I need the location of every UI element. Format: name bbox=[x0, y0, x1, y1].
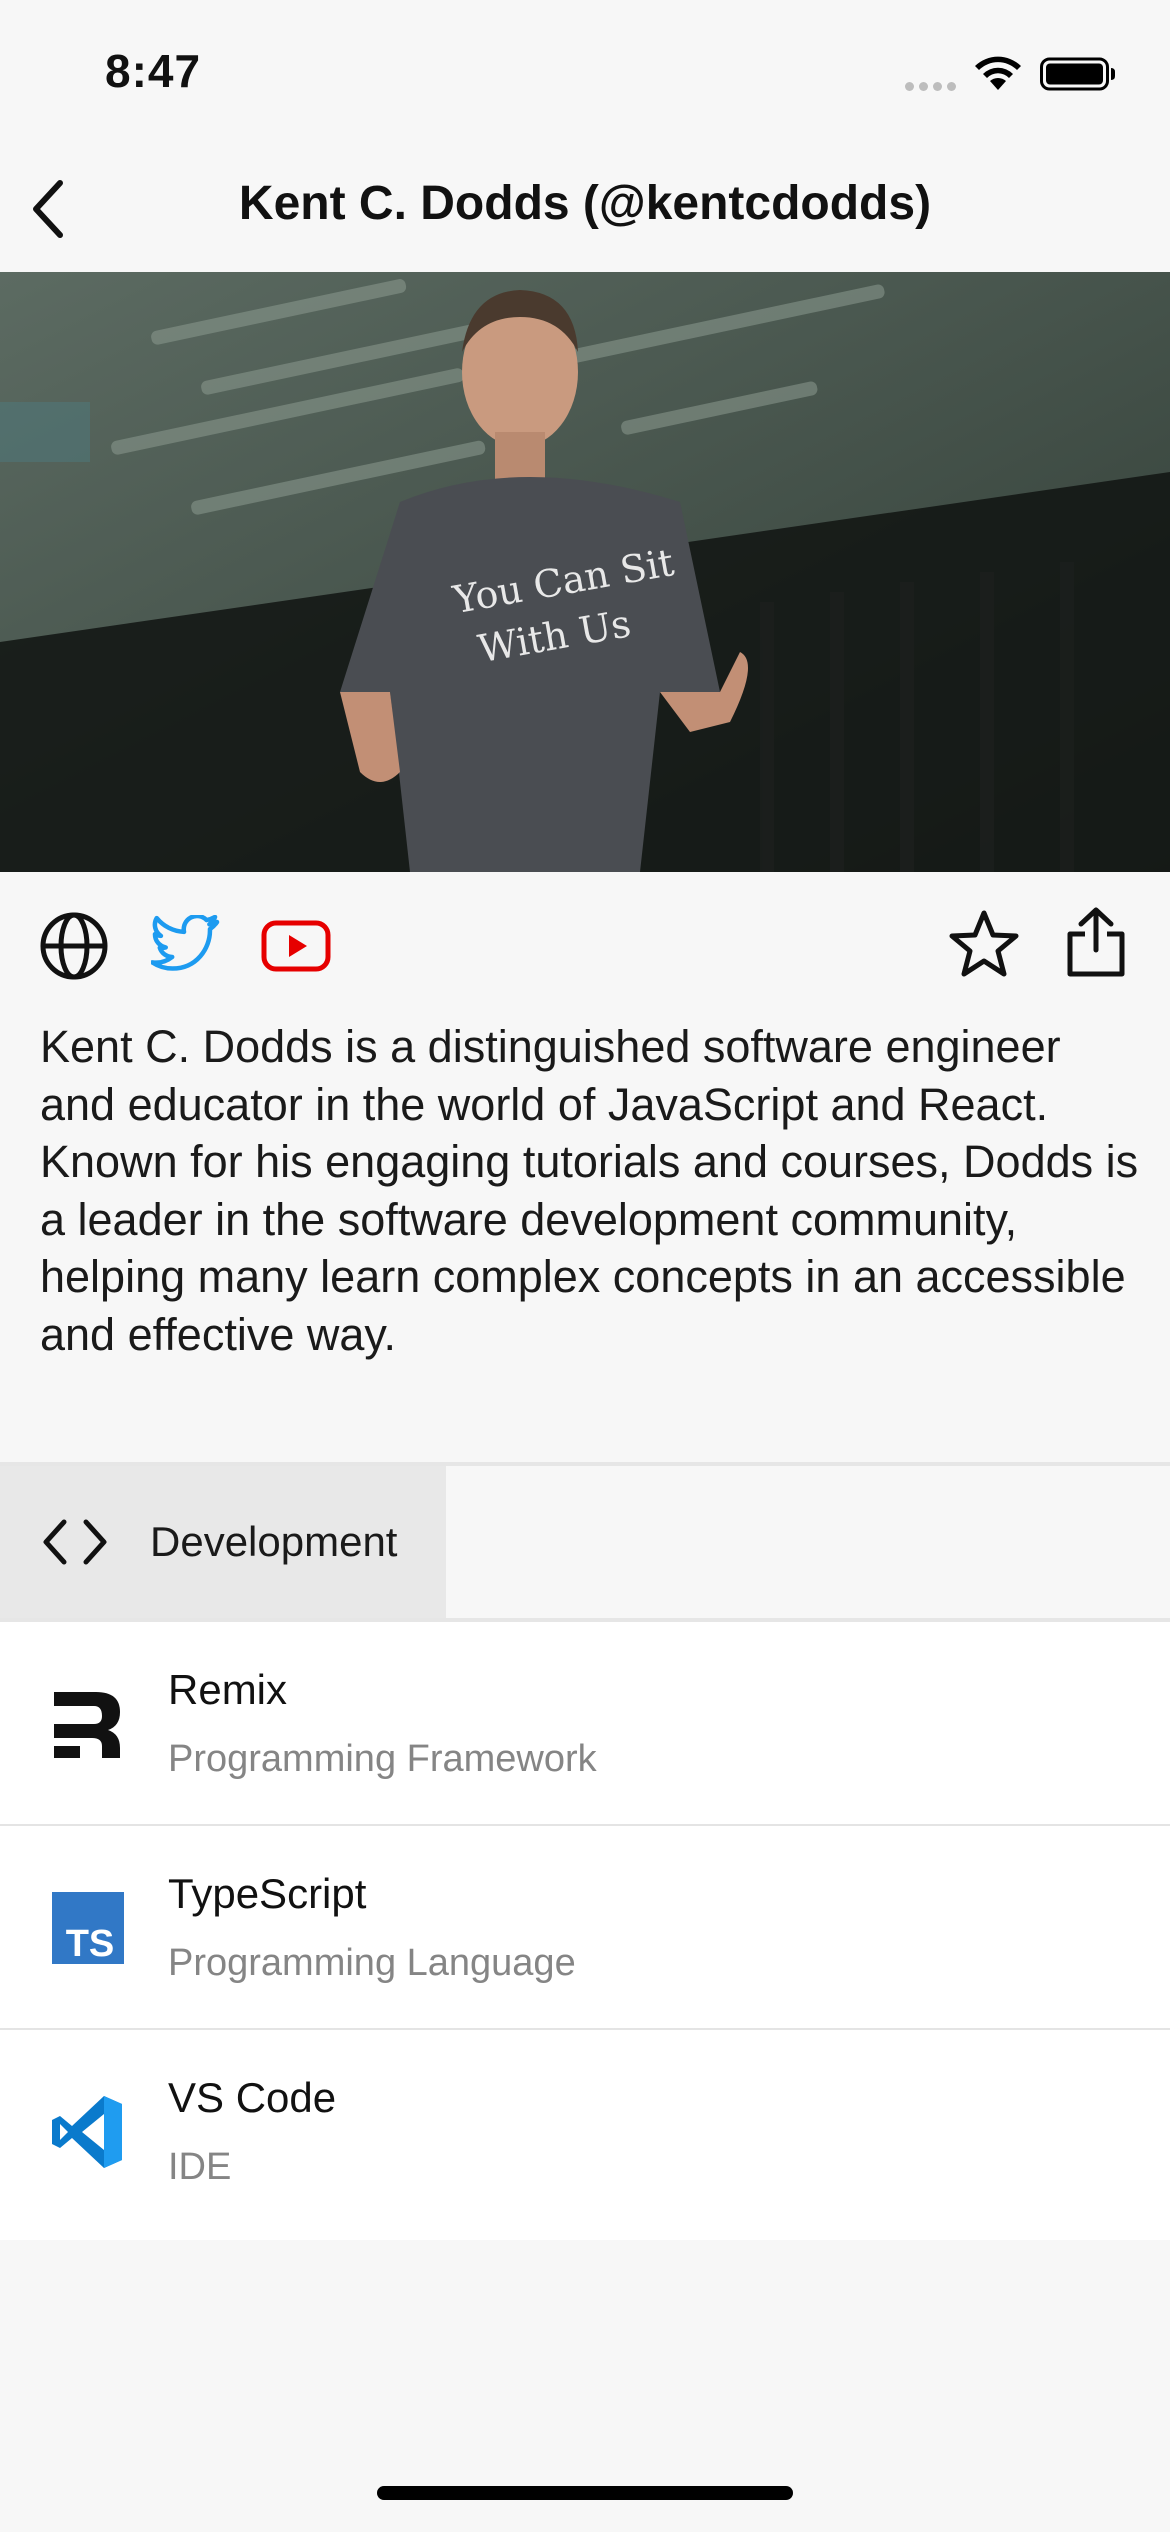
tab-development-label: Development bbox=[150, 1518, 398, 1565]
tool-type: Programming Framework bbox=[168, 1738, 597, 1780]
profile-description: Kent C. Dodds is a distinguished softwar… bbox=[40, 1021, 1139, 1360]
profile-hero-image: You Can Sit With Us bbox=[0, 272, 1170, 872]
cellular-signal-icon bbox=[905, 78, 961, 92]
globe-icon bbox=[40, 912, 108, 980]
twitter-link-button[interactable] bbox=[148, 908, 224, 984]
share-button[interactable] bbox=[1058, 904, 1134, 980]
category-tabs: Development bbox=[0, 1462, 1170, 1622]
tool-name: TypeScript bbox=[168, 1870, 367, 1917]
star-icon bbox=[949, 910, 1019, 977]
typescript-logo-icon: TS bbox=[52, 1892, 124, 1965]
navigation-bar: Kent C. Dodds (@kentcdodds) bbox=[0, 150, 1170, 272]
page-title: Kent C. Dodds (@kentcdodds) bbox=[238, 177, 932, 230]
svg-text:TS: TS bbox=[66, 1923, 115, 1965]
tool-list: Remix Programming Framework TS TypeScrip… bbox=[0, 1622, 1170, 2240]
hero-photo: You Can Sit With Us bbox=[0, 272, 1170, 872]
remix-logo-icon bbox=[54, 1692, 120, 1758]
list-item-vscode[interactable]: VS Code IDE bbox=[0, 2030, 1170, 2240]
website-link-button[interactable] bbox=[36, 908, 112, 984]
action-bar bbox=[0, 900, 1170, 995]
home-indicator[interactable] bbox=[377, 2486, 793, 2500]
youtube-icon bbox=[261, 920, 331, 972]
list-item-remix[interactable]: Remix Programming Framework bbox=[0, 1622, 1170, 1826]
status-time: 8:47 bbox=[105, 45, 202, 97]
tool-name: VS Code bbox=[168, 2074, 337, 2121]
favorite-button[interactable] bbox=[946, 906, 1022, 982]
wifi-icon bbox=[975, 56, 1021, 90]
tab-development[interactable]: Development bbox=[0, 1466, 446, 1618]
list-item-typescript[interactable]: TS TypeScript Programming Language bbox=[0, 1826, 1170, 2030]
tool-name: Remix bbox=[168, 1666, 288, 1713]
vscode-logo-icon bbox=[52, 2096, 122, 2168]
twitter-icon bbox=[151, 915, 220, 971]
code-icon bbox=[43, 1519, 107, 1565]
battery-icon bbox=[1040, 57, 1115, 91]
tool-type: Programming Language bbox=[168, 1942, 576, 1984]
status-bar: 8:47 bbox=[0, 0, 1170, 150]
tool-type: IDE bbox=[168, 2146, 232, 2188]
youtube-link-button[interactable] bbox=[258, 908, 334, 984]
share-icon bbox=[1067, 907, 1125, 977]
